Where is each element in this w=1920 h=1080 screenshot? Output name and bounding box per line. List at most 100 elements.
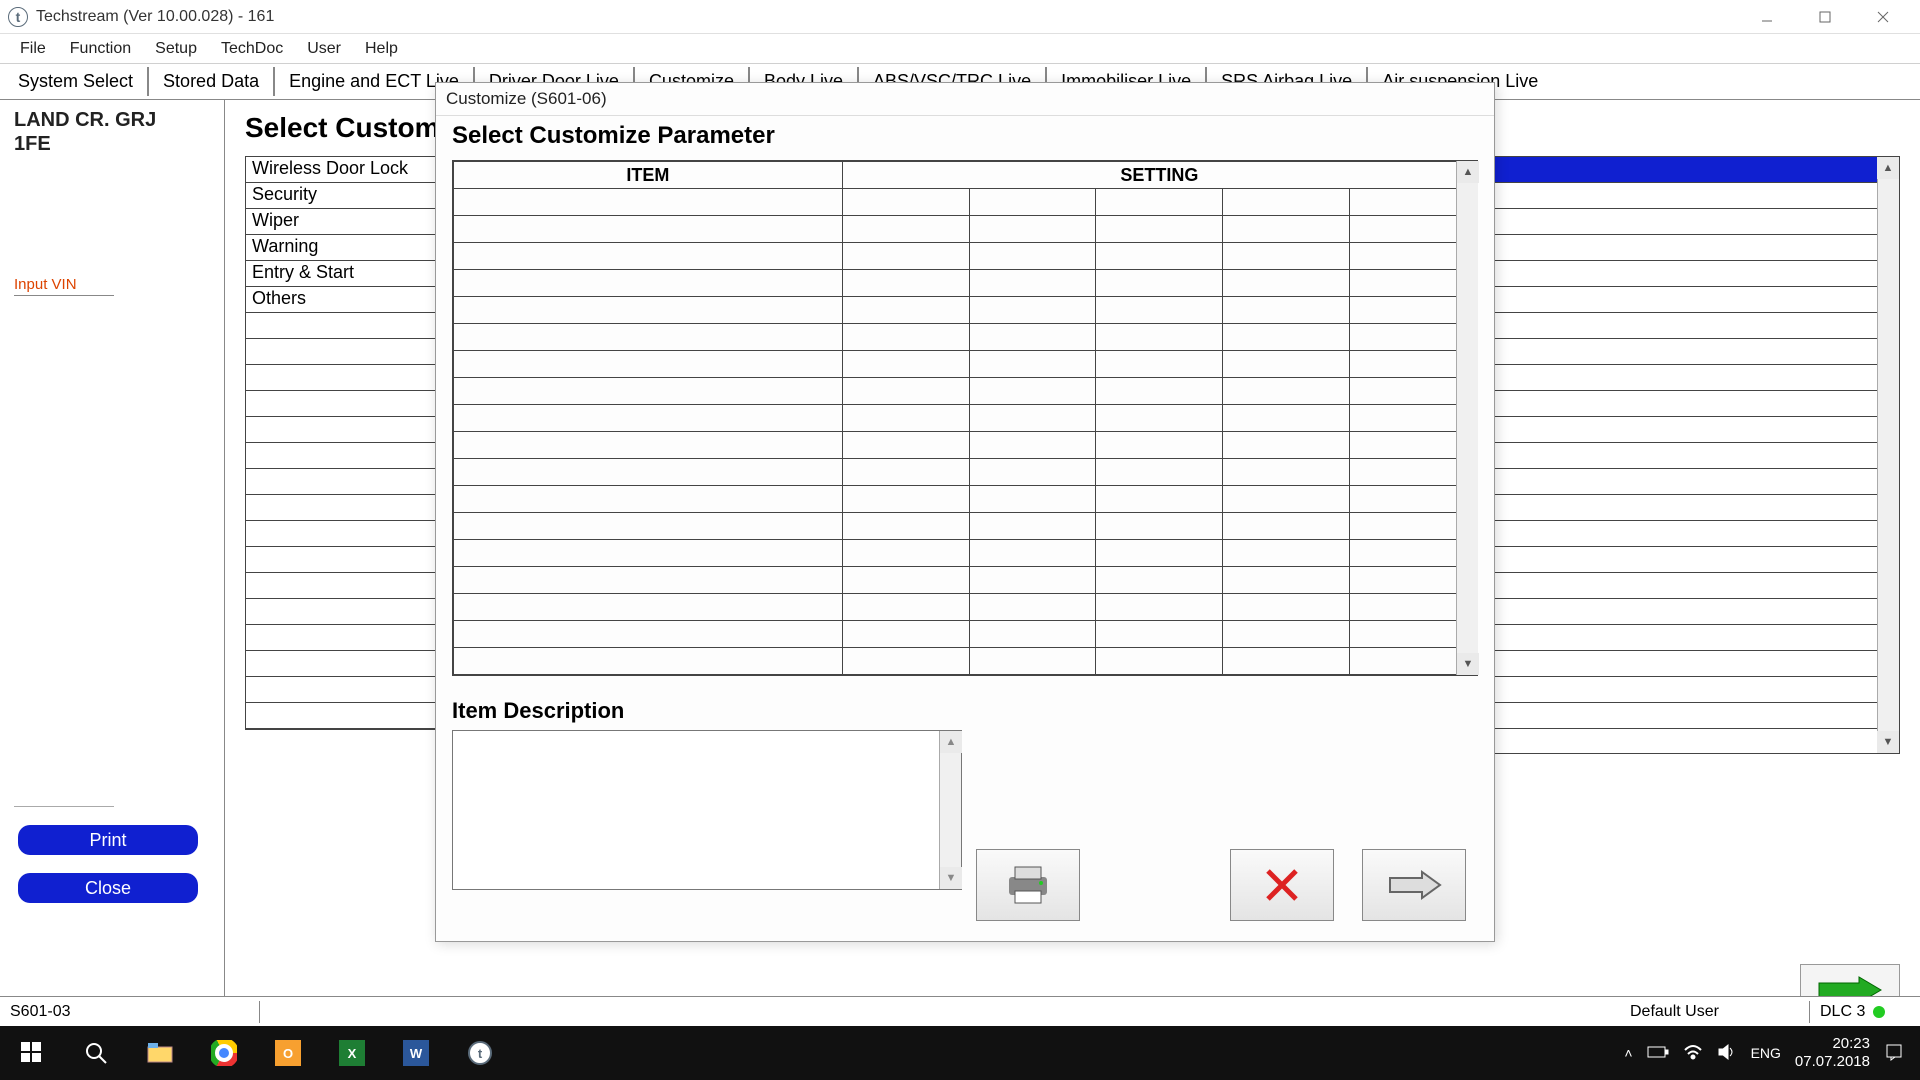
close-page-button[interactable]: Close [18, 873, 198, 903]
cat-security[interactable]: Security [246, 183, 439, 209]
param-row[interactable] [454, 378, 1477, 405]
param-row[interactable] [454, 594, 1477, 621]
tab-stored-data[interactable]: Stored Data [149, 67, 275, 96]
clock-date: 07.07.2018 [1795, 1053, 1870, 1071]
tray-chevron-icon[interactable]: ˄ [1624, 1045, 1632, 1061]
excel-button[interactable]: X [320, 1026, 384, 1080]
cat-empty [246, 365, 439, 391]
param-row[interactable] [454, 324, 1477, 351]
explorer-button[interactable] [128, 1026, 192, 1080]
menu-file[interactable]: File [8, 36, 58, 62]
param-row[interactable] [454, 189, 1477, 216]
cat-empty [246, 651, 439, 677]
clock[interactable]: 20:23 07.07.2018 [1795, 1035, 1870, 1071]
menu-help[interactable]: Help [353, 36, 410, 62]
dialog-title: Customize (S601-06) [436, 83, 1494, 116]
systray: ˄ ENG 20:23 07.07.2018 [1624, 1035, 1920, 1071]
param-row[interactable] [454, 513, 1477, 540]
techstream-task-button[interactable]: t [448, 1026, 512, 1080]
taskbar: O X W t ˄ ENG 20:23 07.07.2018 [0, 1026, 1920, 1080]
menu-function[interactable]: Function [58, 36, 143, 62]
sidebar: LAND CR. GRJ 1FE Input VIN Print Close [0, 100, 225, 996]
folder-icon [146, 1039, 174, 1067]
param-row[interactable] [454, 405, 1477, 432]
status-user: Default User [1620, 1001, 1810, 1023]
dialog-next-button[interactable] [1362, 849, 1466, 921]
cat-empty [246, 417, 439, 443]
window-title: Techstream (Ver 10.00.028) - 161 [36, 8, 274, 26]
status-bar: S601-03 Default User DLC 3 [0, 996, 1920, 1026]
cat-others[interactable]: Others [246, 287, 439, 313]
dialog-cancel-button[interactable] [1230, 849, 1334, 921]
param-table: ITEM SETTING [452, 160, 1478, 676]
chrome-icon [210, 1039, 238, 1067]
param-row[interactable] [454, 270, 1477, 297]
cat-wiper[interactable]: Wiper [246, 209, 439, 235]
param-row[interactable] [454, 648, 1477, 675]
cat-empty [246, 625, 439, 651]
item-desc-label: Item Description [452, 698, 1478, 724]
cat-entry-start[interactable]: Entry & Start [246, 261, 439, 287]
vehicle-name-l1: LAND CR. GRJ [14, 108, 210, 132]
tab-system-select[interactable]: System Select [4, 67, 149, 96]
scroll-up-icon[interactable]: ▲ [1877, 157, 1899, 179]
param-row[interactable] [454, 486, 1477, 513]
menu-techdoc[interactable]: TechDoc [209, 36, 295, 62]
outlook-icon: O [275, 1040, 301, 1066]
close-button[interactable] [1854, 0, 1912, 34]
search-button[interactable] [64, 1026, 128, 1080]
customize-dialog: Customize (S601-06) Select Customize Par… [435, 82, 1495, 942]
scrollbar[interactable]: ▲ ▼ [1877, 157, 1899, 753]
windows-icon [18, 1039, 46, 1067]
cat-empty [246, 703, 439, 729]
scroll-up-icon[interactable]: ▲ [940, 731, 962, 753]
menu-user[interactable]: User [295, 36, 353, 62]
printer-icon [1001, 863, 1055, 907]
input-vin-link[interactable]: Input VIN [14, 276, 114, 296]
cat-empty [246, 521, 439, 547]
param-scrollbar[interactable]: ▲ ▼ [1456, 161, 1478, 675]
chrome-button[interactable] [192, 1026, 256, 1080]
param-row[interactable] [454, 621, 1477, 648]
outlook-button[interactable]: O [256, 1026, 320, 1080]
cat-empty [246, 495, 439, 521]
vehicle-name-l2: 1FE [14, 132, 210, 156]
volume-icon[interactable] [1717, 1043, 1737, 1064]
param-row[interactable] [454, 459, 1477, 486]
app-icon: t [8, 7, 28, 27]
cat-warning[interactable]: Warning [246, 235, 439, 261]
start-button[interactable] [0, 1026, 64, 1080]
param-row[interactable] [454, 243, 1477, 270]
item-desc-box: ▲ ▼ [452, 730, 962, 890]
title-bar: t Techstream (Ver 10.00.028) - 161 [0, 0, 1920, 34]
menu-setup[interactable]: Setup [143, 36, 209, 62]
cat-empty [246, 443, 439, 469]
param-row[interactable] [454, 567, 1477, 594]
cat-wireless[interactable]: Wireless Door Lock [246, 157, 439, 183]
cat-empty [246, 339, 439, 365]
notification-icon[interactable] [1884, 1042, 1904, 1065]
scroll-down-icon[interactable]: ▼ [940, 867, 962, 889]
x-icon [1260, 863, 1304, 907]
minimize-button[interactable] [1738, 0, 1796, 34]
scroll-down-icon[interactable]: ▼ [1457, 653, 1479, 675]
cat-empty [246, 391, 439, 417]
cat-empty [246, 547, 439, 573]
param-row[interactable] [454, 351, 1477, 378]
scroll-up-icon[interactable]: ▲ [1457, 161, 1479, 183]
battery-icon[interactable] [1647, 1045, 1669, 1062]
param-row[interactable] [454, 432, 1477, 459]
desc-scrollbar[interactable]: ▲ ▼ [939, 731, 961, 889]
param-row[interactable] [454, 216, 1477, 243]
status-dlc: DLC 3 [1810, 1001, 1920, 1023]
language-indicator[interactable]: ENG [1751, 1045, 1781, 1061]
param-row[interactable] [454, 540, 1477, 567]
print-button[interactable]: Print [18, 825, 198, 855]
param-row[interactable] [454, 297, 1477, 324]
word-button[interactable]: W [384, 1026, 448, 1080]
techstream-icon: t [468, 1041, 492, 1065]
maximize-button[interactable] [1796, 0, 1854, 34]
wifi-icon[interactable] [1683, 1044, 1703, 1063]
dialog-print-button[interactable] [976, 849, 1080, 921]
scroll-down-icon[interactable]: ▼ [1877, 731, 1899, 753]
